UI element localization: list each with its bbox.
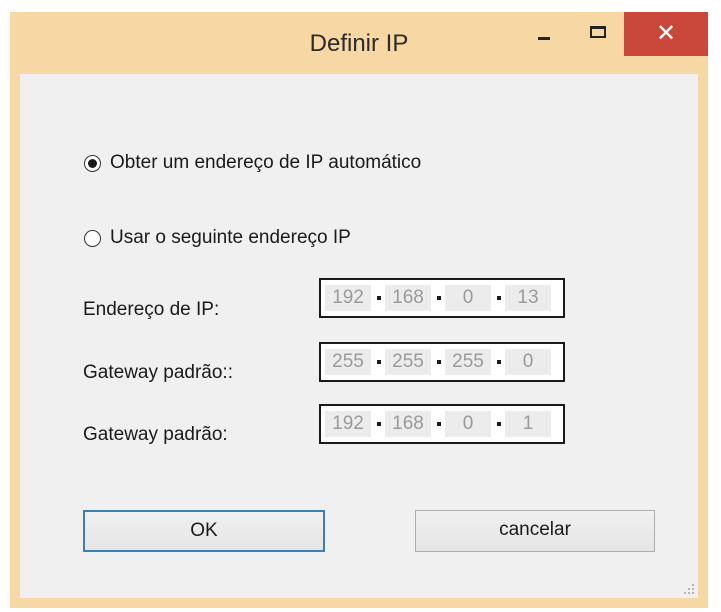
title-bar[interactable]: Definir IP ✕ (10, 12, 708, 74)
gateway-1-octet-4[interactable]: 0 (505, 349, 551, 375)
octet-separator (377, 422, 381, 426)
ip-address-octet-3[interactable]: 0 (445, 285, 491, 311)
octet-separator (437, 296, 441, 300)
gateway-2-octet-3[interactable]: 0 (445, 411, 491, 437)
radio-manual-ip-indicator[interactable] (84, 229, 101, 247)
octet-separator (437, 422, 441, 426)
ip-address-octet-2[interactable]: 168 (385, 285, 431, 311)
close-icon: ✕ (655, 19, 677, 47)
resize-grip-icon[interactable] (684, 584, 694, 594)
gateway-label-2: Gateway padrão: (83, 424, 228, 445)
ip-address-octet-1[interactable]: 192 (325, 285, 371, 311)
ok-button[interactable]: OK (83, 510, 325, 552)
maximize-icon (590, 26, 606, 38)
gateway-input-2[interactable]: 192 168 0 1 (319, 404, 565, 444)
minimize-button[interactable] (520, 12, 566, 56)
ip-address-label: Endereço de IP: (83, 299, 220, 320)
gateway-input-1[interactable]: 255 255 255 0 (319, 342, 565, 382)
close-button[interactable]: ✕ (624, 12, 708, 56)
dialog-window: Definir IP ✕ Obter um endereço de IP aut… (10, 12, 708, 608)
octet-separator (377, 296, 381, 300)
octet-separator (497, 422, 501, 426)
radio-manual-ip[interactable]: Usar o seguinte endereço IP (84, 227, 351, 249)
radio-manual-ip-label: Usar o seguinte endereço IP (110, 227, 351, 248)
gateway-1-octet-2[interactable]: 255 (385, 349, 431, 375)
octet-separator (497, 360, 501, 364)
octet-separator (377, 360, 381, 364)
radio-auto-ip-label: Obter um endereço de IP automático (110, 152, 422, 173)
octet-separator (497, 296, 501, 300)
dialog-body: Obter um endereço de IP automático Usar … (20, 74, 698, 598)
gateway-1-octet-3[interactable]: 255 (445, 349, 491, 375)
gateway-label-1: Gateway padrão:: (83, 362, 233, 383)
gateway-2-octet-2[interactable]: 168 (385, 411, 431, 437)
ip-address-input[interactable]: 192 168 0 13 (319, 278, 565, 318)
octet-separator (437, 360, 441, 364)
gateway-1-octet-1[interactable]: 255 (325, 349, 371, 375)
cancel-button[interactable]: cancelar (415, 510, 655, 552)
radio-auto-ip-indicator[interactable] (84, 154, 101, 172)
ip-address-octet-4[interactable]: 13 (505, 285, 551, 311)
radio-auto-ip[interactable]: Obter um endereço de IP automático (84, 152, 421, 174)
gateway-2-octet-1[interactable]: 192 (325, 411, 371, 437)
gateway-2-octet-4[interactable]: 1 (505, 411, 551, 437)
minimize-icon (538, 37, 550, 40)
maximize-button[interactable] (576, 12, 622, 56)
